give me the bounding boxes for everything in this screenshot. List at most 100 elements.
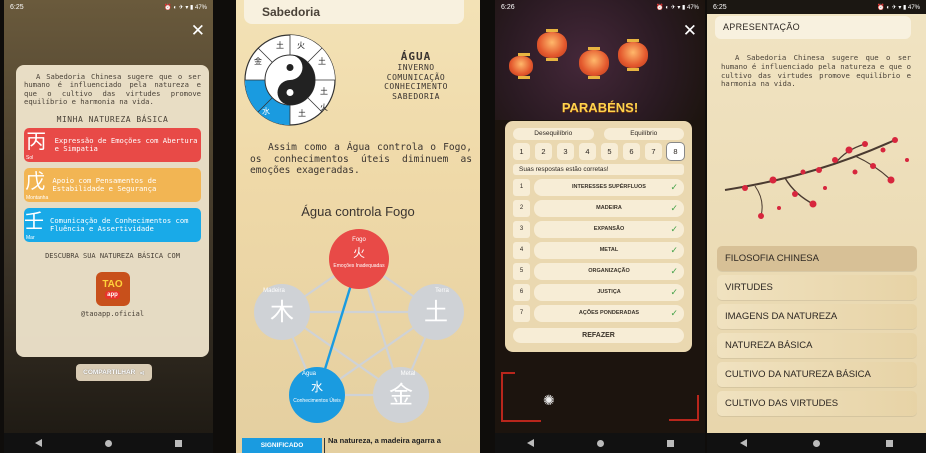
five-elements-diagram: Fogo 火 Emoções Inadequadas Madeira 木 Ter… bbox=[254, 229, 464, 423]
answer-text: MADEIRA bbox=[596, 205, 622, 211]
water-glyph-icon: 水 bbox=[311, 380, 323, 394]
answer-number: 4 bbox=[513, 242, 530, 259]
answer-text: METAL bbox=[599, 247, 619, 253]
back-icon[interactable] bbox=[526, 439, 534, 447]
back-icon[interactable] bbox=[35, 439, 43, 447]
lantern-icon bbox=[579, 47, 609, 79]
screen-sabedoria: Sabedoria 火 土 土 金 土 水 土 火 ÁGUA INVERNO C… bbox=[236, 0, 480, 453]
node-name: Fogo bbox=[352, 237, 366, 243]
node-metal[interactable]: Metal 金 bbox=[373, 367, 429, 423]
control-title: Água controla Fogo bbox=[301, 204, 415, 219]
menu-item-cultivo-natureza[interactable]: CULTIVO DA NATUREZA BÁSICA bbox=[717, 362, 917, 387]
answer-row: 3 EXPANSÃO ✓ bbox=[513, 221, 684, 238]
instagram-handle: @taoapp.oficial bbox=[80, 310, 145, 319]
divider bbox=[324, 438, 325, 453]
share-label: COMPARTILHAR bbox=[83, 369, 136, 376]
score-option-selected[interactable]: 8 bbox=[667, 143, 684, 160]
share-button[interactable]: COMPARTILHAR ⋖ bbox=[76, 364, 152, 381]
node-fogo[interactable]: Fogo 火 Emoções Inadequadas bbox=[329, 229, 389, 289]
element-attr: COMUNICAÇÃO bbox=[386, 72, 446, 82]
menu-item-filosofia[interactable]: FILOSOFIA CHINESA bbox=[717, 246, 917, 271]
answer-row: 6 JUSTIÇA ✓ bbox=[513, 284, 684, 301]
status-icons: ⏰ ◐ ✈ ▾ ▮ 47% bbox=[164, 4, 207, 11]
score-option[interactable]: 3 bbox=[557, 143, 574, 160]
nature-name: Mar bbox=[26, 234, 35, 241]
montanha-glyph-icon: 戊 bbox=[25, 168, 46, 193]
logo-subtext: app bbox=[105, 290, 120, 299]
check-icon: ✓ bbox=[670, 182, 678, 192]
earth-glyph-icon: 土 bbox=[424, 298, 448, 326]
redo-button[interactable]: REFAZER bbox=[513, 328, 684, 343]
menu-item-virtudes[interactable]: VIRTUDES bbox=[717, 275, 917, 300]
menu-item-natureza-basica[interactable]: NATUREZA BÁSICA bbox=[717, 333, 917, 358]
control-quote: Assim como a Água controla o Fogo, os co… bbox=[250, 142, 472, 177]
home-icon[interactable] bbox=[104, 439, 112, 447]
android-nav-bar bbox=[707, 433, 926, 453]
check-icon: ✓ bbox=[670, 287, 678, 297]
ornament-corner bbox=[669, 395, 699, 421]
wheel-glyph: 土 bbox=[318, 56, 326, 66]
node-madeira[interactable]: Madeira 木 bbox=[254, 284, 310, 340]
score-scale: 1 2 3 4 5 6 7 8 bbox=[513, 143, 684, 160]
score-option[interactable]: 4 bbox=[579, 143, 596, 160]
answer-row: 1 INTERESSES SUPÉRFLUOS ✓ bbox=[513, 179, 684, 196]
nature-text: Comunicação de Conhecimentos com Fluênci… bbox=[50, 215, 189, 233]
ornament-corner bbox=[501, 372, 515, 412]
lantern-icon bbox=[618, 39, 648, 71]
mar-glyph-icon: 壬 bbox=[24, 208, 44, 233]
score-option[interactable]: 7 bbox=[645, 143, 662, 160]
node-terra[interactable]: Terra 土 bbox=[408, 284, 464, 340]
home-icon[interactable] bbox=[596, 439, 604, 447]
menu-item-imagens[interactable]: IMAGENS DA NATUREZA bbox=[717, 304, 917, 329]
meaning-button[interactable]: SIGNIFICADO bbox=[242, 438, 322, 453]
logo-text: TAO bbox=[102, 278, 123, 290]
firework-icon: ✺ bbox=[543, 392, 555, 408]
nature-item-sol[interactable]: 丙 Sol Expressão de Emoções com Abertura e… bbox=[24, 127, 201, 162]
ornament-corner bbox=[501, 410, 541, 422]
element-attr: SABEDORIA bbox=[392, 91, 440, 101]
wheel-glyph: 火 bbox=[297, 41, 305, 50]
correct-message: Suas respostas estão corretas! bbox=[513, 164, 684, 175]
score-option[interactable]: 6 bbox=[623, 143, 640, 160]
metal-glyph-icon: 金 bbox=[389, 381, 413, 409]
wood-glyph-icon: 木 bbox=[270, 298, 294, 326]
node-name: Terra bbox=[435, 288, 449, 294]
intro-text: A Sabedoria Chinesa sugere que o ser hum… bbox=[721, 53, 911, 89]
taoapp-logo[interactable]: TAO app bbox=[95, 272, 130, 307]
recents-icon[interactable] bbox=[886, 439, 893, 447]
nature-item-montanha[interactable]: 戊 Montanha Apoio com Pensamentos de Estab… bbox=[24, 167, 201, 202]
score-option[interactable]: 5 bbox=[601, 143, 618, 160]
wheel-glyph: 土 bbox=[276, 40, 284, 50]
lantern-icon bbox=[509, 53, 533, 79]
answer-number: 5 bbox=[513, 263, 530, 280]
status-bar: 6:25 ⏰ ◐ ✈ ▾ ▮ 47% bbox=[4, 0, 213, 14]
score-option[interactable]: 1 bbox=[513, 143, 530, 160]
wheel-glyph: 水 bbox=[262, 106, 270, 116]
home-icon[interactable] bbox=[813, 439, 820, 447]
answer-number: 6 bbox=[513, 284, 530, 301]
android-nav-bar bbox=[495, 433, 705, 453]
element-attr: INVERNO bbox=[397, 63, 435, 73]
node-name: Metal bbox=[401, 371, 416, 377]
nature-item-mar[interactable]: 壬 Mar Comunicação de Conhecimentos com Fl… bbox=[24, 207, 201, 242]
close-icon[interactable]: ✕ bbox=[191, 22, 205, 39]
balance-label: Equilíbrio bbox=[603, 128, 684, 140]
node-name: Madeira bbox=[263, 288, 285, 294]
menu-item-cultivo-virtudes[interactable]: CULTIVO DAS VIRTUDES bbox=[717, 391, 917, 416]
status-time: 6:25 bbox=[10, 3, 24, 11]
score-option[interactable]: 2 bbox=[535, 143, 552, 160]
node-agua[interactable]: Água 水 Conhecimentos Úteis bbox=[289, 367, 345, 423]
answer-row: 4 METAL ✓ bbox=[513, 242, 684, 259]
recents-icon[interactable] bbox=[666, 439, 674, 447]
nature-text: Apoio com Pensamentos de Estabilidade e … bbox=[52, 175, 157, 193]
node-name: Água bbox=[302, 370, 317, 377]
recents-icon[interactable] bbox=[174, 439, 182, 447]
back-icon[interactable] bbox=[740, 439, 747, 447]
close-icon[interactable]: ✕ bbox=[683, 22, 697, 39]
lantern-icon bbox=[537, 29, 567, 61]
meaning-text: Na natureza, a madeira agarra a bbox=[328, 436, 441, 445]
status-bar: 6:26 ⏰ ◐ ✈ ▾ ▮ 47% bbox=[495, 0, 705, 14]
answer-text: EXPANSÃO bbox=[593, 226, 625, 232]
element-info: ÁGUA INVERNO COMUNICAÇÃO CONHECIMENTO SA… bbox=[366, 50, 466, 102]
nature-text: Expressão de Emoções com Abertura e Simp… bbox=[54, 135, 198, 153]
